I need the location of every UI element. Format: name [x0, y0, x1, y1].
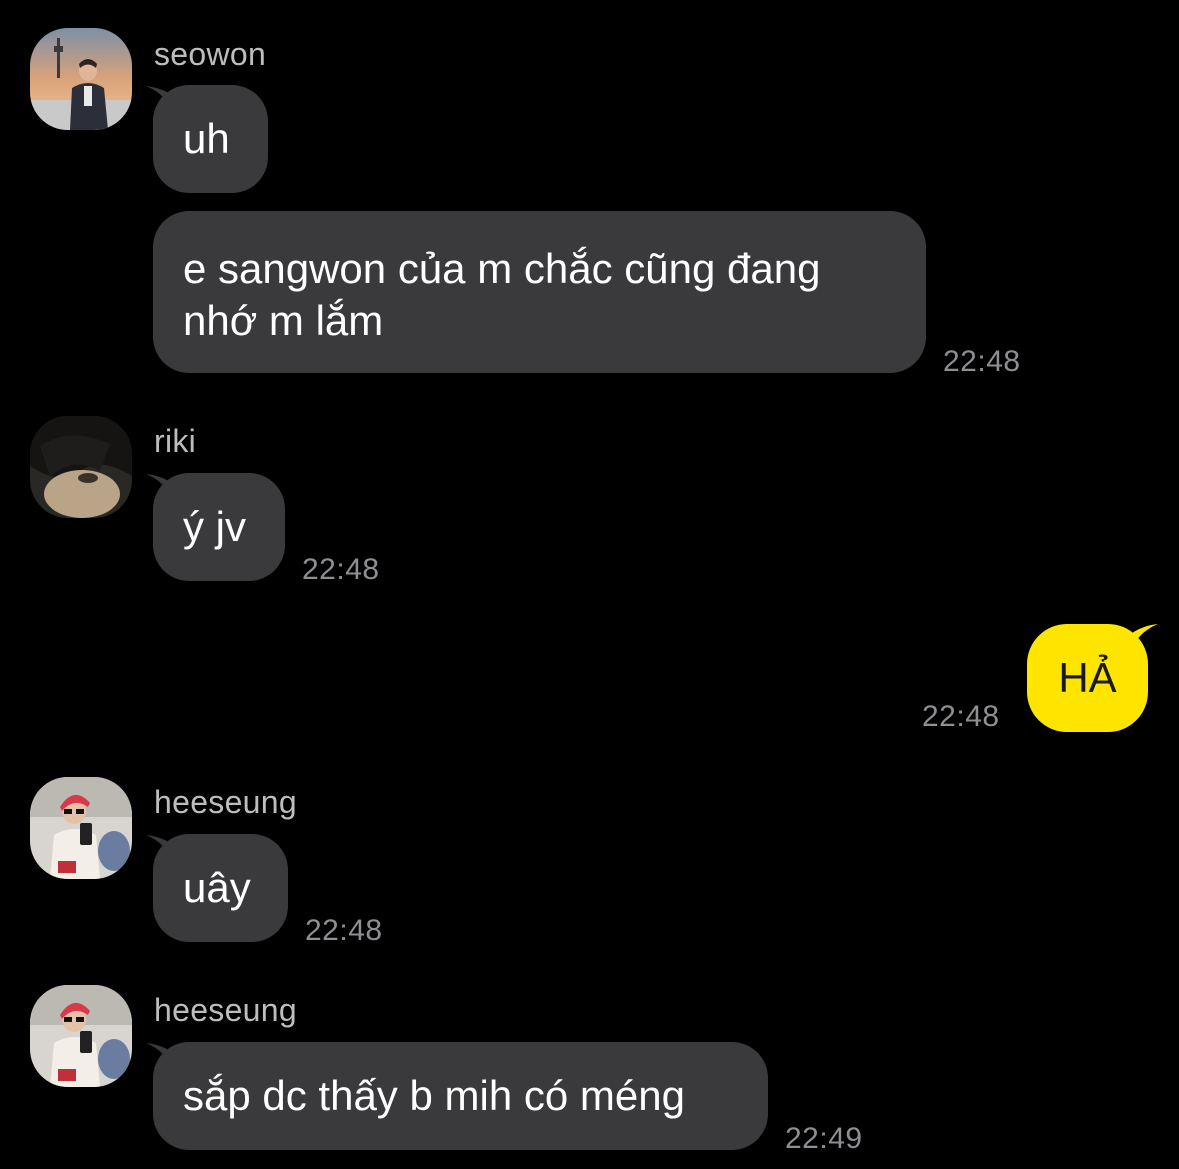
message-timestamp: 22:48	[305, 914, 383, 947]
message-bubble[interactable]: sắp dc thấy b mih có méng	[153, 1042, 768, 1150]
heeseung-avatar[interactable]	[30, 777, 132, 879]
message-bubble[interactable]: uây	[153, 834, 288, 942]
heeseung-avatar[interactable]	[30, 985, 132, 1087]
riki-avatar-image	[30, 416, 132, 518]
sender-name: heeseung	[154, 992, 297, 1028]
message-text: e sangwon của m chắc cũng đang nhớ m lắm	[183, 245, 821, 344]
sender-name: heeseung	[154, 784, 297, 820]
heeseung-avatar-image	[30, 985, 132, 1087]
bubble-tail	[1128, 624, 1158, 654]
message-timestamp: 22:48	[302, 553, 380, 586]
message-bubble[interactable]: ý jv	[153, 473, 285, 581]
message-timestamp: 22:48	[922, 700, 1000, 733]
riki-avatar[interactable]	[30, 416, 132, 518]
message-bubble[interactable]: e sangwon của m chắc cũng đang nhớ m lắm	[153, 211, 926, 373]
message-text: ý jv	[183, 503, 246, 550]
message-text: HẢ	[1058, 654, 1117, 701]
message-text: uh	[183, 115, 230, 162]
message-timestamp: 22:49	[785, 1122, 863, 1155]
message-bubble[interactable]: uh	[153, 85, 268, 193]
sender-name: riki	[154, 423, 197, 459]
chat-thread[interactable]: seowon uh e sangwon của m chắc cũng đang…	[0, 0, 1179, 1169]
heeseung-avatar-image	[30, 777, 132, 879]
seowon-avatar[interactable]	[30, 28, 132, 130]
message-text: sắp dc thấy b mih có méng	[183, 1072, 685, 1119]
sender-name: seowon	[154, 36, 267, 72]
message-text: uây	[183, 864, 251, 911]
message-timestamp: 22:48	[943, 345, 1021, 378]
seowon-avatar-image	[30, 28, 132, 130]
